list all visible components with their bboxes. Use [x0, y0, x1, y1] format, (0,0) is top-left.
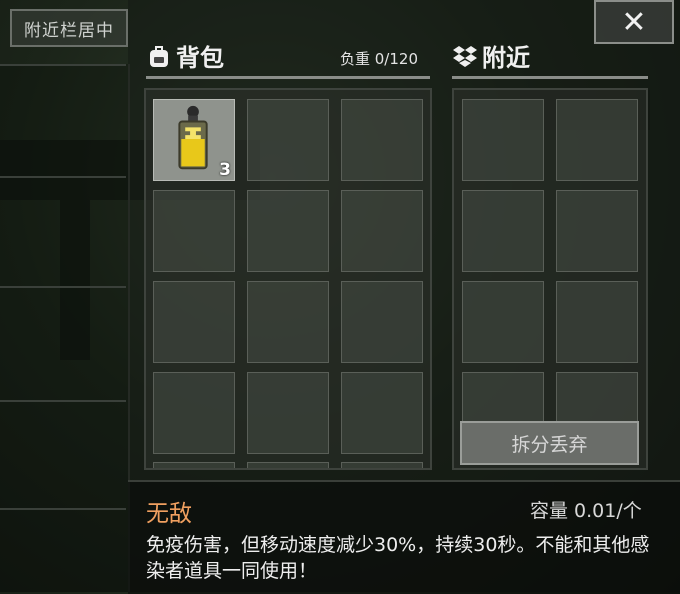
nearby-header: 附近 [452, 38, 530, 73]
inventory-slot[interactable] [153, 190, 235, 272]
inventory-slot[interactable]: 3 [153, 99, 235, 181]
sidebar-divider [0, 286, 126, 288]
inventory-slot[interactable] [341, 462, 423, 468]
close-button[interactable]: ✕ [594, 0, 674, 44]
nearby-slot[interactable] [556, 190, 638, 272]
sidebar-divider [0, 64, 126, 66]
close-icon: ✕ [621, 4, 647, 40]
backpack-title: 背包 [176, 44, 224, 72]
inventory-slot[interactable] [247, 99, 329, 181]
backpack-header: 背包 [146, 38, 224, 73]
nearby-underline [452, 76, 648, 79]
nearby-slot[interactable] [462, 99, 544, 181]
dropbox-icon [453, 45, 477, 67]
nearby-slot[interactable] [556, 281, 638, 363]
inventory-slot[interactable] [153, 462, 235, 468]
sidebar-divider [0, 400, 126, 402]
inventory-slot[interactable] [247, 281, 329, 363]
split-drop-button[interactable]: 拆分丢弃 [460, 421, 639, 465]
inventory-slot[interactable] [341, 190, 423, 272]
weight-readout: 负重 0/120 [340, 50, 418, 68]
nearby-title: 附近 [482, 44, 530, 72]
backpack-grid: 3 [144, 88, 432, 470]
inventory-slot[interactable] [341, 281, 423, 363]
left-sidebar [0, 64, 130, 592]
inventory-slot[interactable] [247, 190, 329, 272]
nearby-slot[interactable] [462, 190, 544, 272]
inventory-slot[interactable] [153, 372, 235, 454]
backpack-underline [146, 76, 430, 79]
item-capacity: 容量 0.01/个 [530, 500, 642, 522]
nearby-slot[interactable] [556, 99, 638, 181]
sidebar-divider [0, 508, 126, 510]
backpack-icon [150, 45, 168, 67]
inventory-slot[interactable] [247, 462, 329, 468]
inventory-slot[interactable] [341, 372, 423, 454]
sidebar-divider [0, 176, 126, 178]
inventory-slot[interactable] [341, 99, 423, 181]
center-nearby-toggle-button[interactable]: 附近栏居中 [10, 9, 128, 47]
item-description: 免疫伤害，但移动速度减少30%，持续30秒。不能和其他感染者道具一同使用！ [146, 534, 650, 582]
nearby-grid [452, 88, 648, 470]
inventory-slot[interactable] [247, 372, 329, 454]
item-name: 无敌 [146, 501, 192, 527]
item-count: 3 [219, 160, 231, 180]
inventory-slot[interactable] [153, 281, 235, 363]
nearby-slot[interactable] [462, 281, 544, 363]
